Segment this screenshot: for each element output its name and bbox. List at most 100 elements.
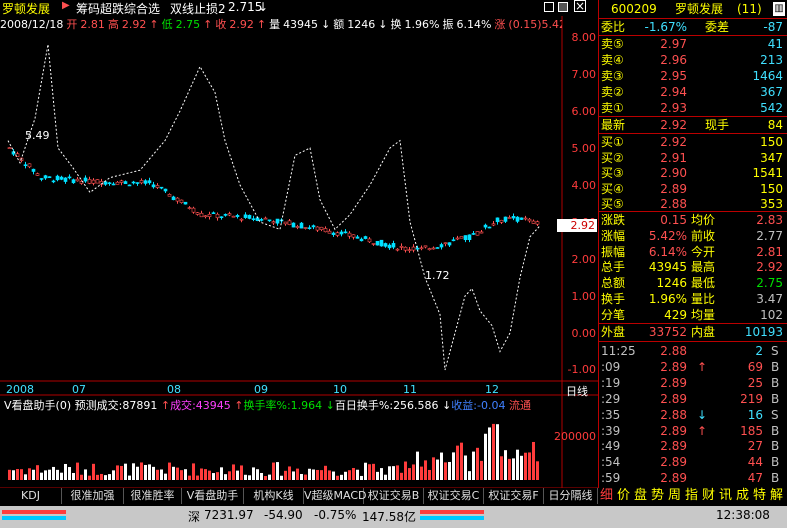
amount-label: 额 [333,18,345,30]
side-tab[interactable]: 细 [598,488,615,504]
side-tab[interactable]: 成 [734,488,751,504]
sell-row: 卖④ 2.96 213 [599,52,786,68]
candle-body [507,217,512,219]
y-tick: 2.00 [571,253,597,266]
open-label: 开 [66,18,78,30]
candle-body [487,226,492,229]
candle-body [527,218,532,222]
side-tab[interactable]: 讯 [717,488,734,504]
candle-body [43,175,48,179]
hundred-label: 百日换手% [334,399,390,412]
tab-warrant-b[interactable]: 权证交易B [364,488,424,504]
buy-row: 买③ 2.90 1541 [599,165,786,181]
volume-bar [248,475,251,480]
tab-warrant-f[interactable]: 权证交易F [484,488,544,504]
buy-row: 买⑤ 2.88 353 [599,196,786,212]
side-tab[interactable]: 财 [700,488,717,504]
volume-bar [396,465,399,480]
volume-bar [364,462,367,480]
stock-count: (11) [737,2,762,16]
tab-warrant-c[interactable]: 权证交易C [424,488,484,504]
restore-window-button[interactable] [544,2,554,12]
y-tick: 8.00 [571,31,597,44]
volume-bar [336,475,339,480]
tick-time: :19 [601,375,621,390]
weibi-label: 委比 [601,20,626,34]
indicator-name[interactable]: 筹码超跌综合选 [76,0,160,17]
stat-label: 量比 [691,292,716,306]
tab-ji-gou-kline[interactable]: 机构K线 [244,488,304,504]
volume-bar [16,469,19,480]
candle-body [139,180,144,184]
vol-indicator-name[interactable]: V看盘助手 [4,399,56,412]
volume-bar [216,472,219,480]
volume-bar [52,466,55,480]
candle-body [351,234,356,238]
clock: 12:38:08 [716,508,770,522]
volume-bar [132,463,135,480]
volume-bar [516,449,519,480]
volume-bar [352,467,355,480]
volume-bar [192,463,195,480]
tab-v-super-macd[interactable]: V超级MACD [304,488,367,504]
up-arrow-icon: ↑ [160,399,171,412]
volume-bar [472,451,475,480]
volume-bar [244,474,247,480]
panel-toggle-button[interactable]: ▥ [773,2,785,16]
volume-bar [424,460,427,480]
tick-price: 2.89 [660,359,687,374]
candle-body [151,184,156,188]
candle-body [187,207,192,209]
kline-chart[interactable] [0,0,598,488]
tick-row: :54 2.89 44 B [599,454,786,470]
side-tab[interactable]: 特 [751,488,768,504]
candle-body [463,235,468,241]
tab-hen-zhun-jia-qiang[interactable]: 很准加强 [62,488,124,504]
candle-body [439,244,444,248]
side-tab[interactable]: 周 [666,488,683,504]
period-label[interactable]: 日线 [566,383,588,399]
candle-body [247,214,252,219]
maximize-window-button[interactable] [558,2,568,12]
volume-bar [400,472,403,480]
volume-bar [444,462,447,480]
status-bar: 深 7231.97 -54.90 -0.75% 147.58亿 12:38:08 [0,506,787,528]
y-tick: 0.00 [571,327,597,340]
tab-hen-zhun-sheng-lv[interactable]: 很准胜率 [124,488,182,504]
candle-body [199,212,204,218]
candle-body [263,217,268,220]
tab-day-separator[interactable]: 日分隔线 [544,488,598,504]
volume-indicator-bar: V看盘助手(0) 预测成交:87891 ↑成交:43945 ↑换手率%:1.96… [4,399,531,412]
predict-value: 87891 [122,399,158,412]
turn-value: 1.964 [290,399,323,412]
vol-axis-label: 200000 [554,430,596,443]
last-label: 最新 [601,118,626,132]
candle-body [175,197,180,202]
close-icon[interactable]: × [574,0,586,12]
tab-kdj[interactable]: KDJ [0,488,62,504]
tick-time: :49 [601,439,621,454]
amplitude-label: 振 [442,18,454,30]
candle-body [115,181,120,185]
turnover-value: 1.96% [404,18,440,30]
side-tab[interactable]: 价 [615,488,632,504]
side-tab[interactable]: 盘 [632,488,649,504]
now-value: 84 [767,118,783,132]
side-tab[interactable]: 解 [768,488,785,504]
index-change: -54.90 [264,508,303,522]
candle-body [447,242,452,246]
volume-bar [392,466,395,480]
tick-side: B [771,439,780,454]
side-tab[interactable]: 指 [683,488,700,504]
weibi-row: 委比 -1.67% 委差 -87 [599,19,786,35]
candle-body [327,230,332,234]
tick-row: :19 2.89 25 B [599,375,786,391]
sell-row: 卖② 2.94 367 [599,84,786,100]
stat-row: 振幅 6.14% 今开 2.81 [599,244,786,260]
tick-side: B [771,391,780,406]
volume-bar [496,424,499,480]
tick-row: :29 2.89 219 B [599,391,786,407]
buy-price: 2.89 [660,181,687,196]
side-tab[interactable]: 势 [649,488,666,504]
tab-v-kan-pan[interactable]: V看盘助手 [182,488,244,504]
